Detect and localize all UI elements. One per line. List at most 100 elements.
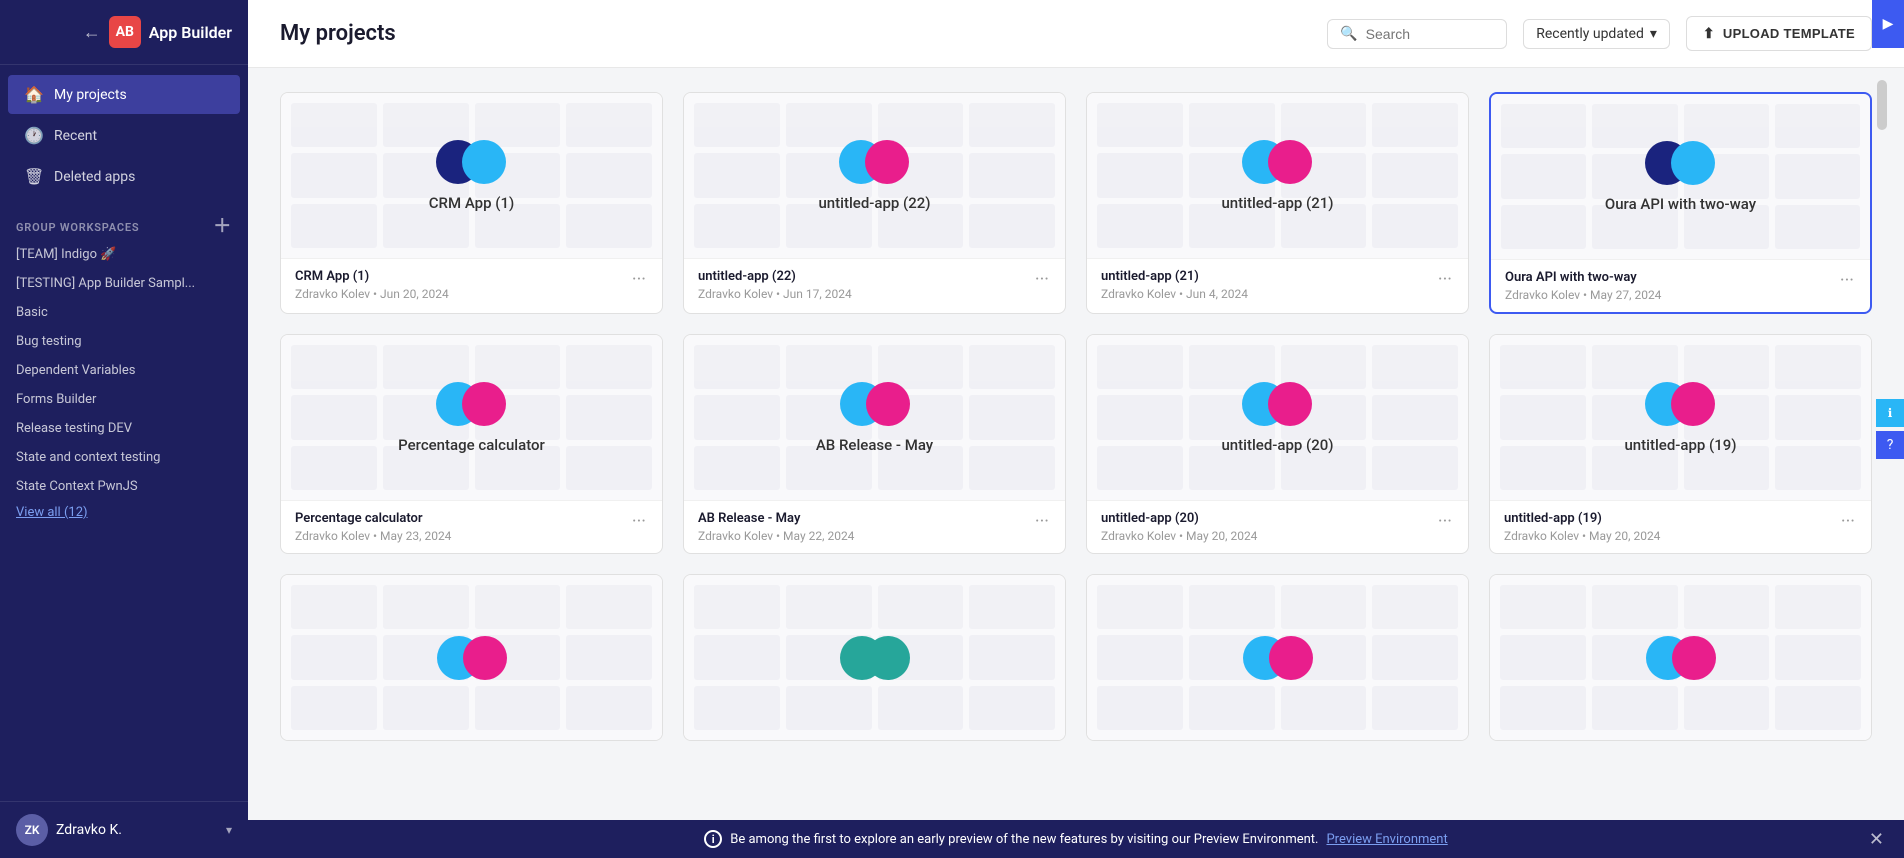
workspace-item-basic[interactable]: Basic bbox=[0, 298, 248, 327]
side-chat-button[interactable]: ? bbox=[1876, 431, 1904, 459]
preview-element bbox=[1500, 686, 1586, 730]
project-card-untitled-app-19[interactable]: untitled-app (19) untitled-app (19) Zdra… bbox=[1489, 334, 1872, 554]
preview-element bbox=[291, 345, 377, 389]
preview-element bbox=[1684, 686, 1770, 730]
upload-template-button[interactable]: ⬆ UPLOAD TEMPLATE bbox=[1686, 16, 1872, 51]
card-menu-button[interactable]: ··· bbox=[630, 269, 648, 291]
card-menu-button[interactable]: ··· bbox=[1839, 511, 1857, 533]
info-icon: i bbox=[704, 830, 722, 848]
card-name: untitled-app (21) bbox=[1101, 269, 1248, 284]
workspace-item-testing[interactable]: [TESTING] App Builder Sampl... bbox=[0, 269, 248, 298]
card-text: Percentage calculator Zdravko Kolev • Ma… bbox=[295, 511, 451, 543]
preview-element bbox=[1775, 345, 1861, 389]
preview-environment-link[interactable]: Preview Environment bbox=[1326, 832, 1447, 847]
preview-element bbox=[1500, 345, 1586, 389]
app-icon-right bbox=[866, 382, 910, 426]
preview-element bbox=[1372, 103, 1458, 147]
card-name: AB Release - May bbox=[698, 511, 854, 526]
card-preview: untitled-app (19) bbox=[1490, 335, 1871, 500]
preview-element bbox=[878, 585, 964, 629]
card-title: untitled-app (22) bbox=[818, 194, 930, 212]
preview-element bbox=[1097, 686, 1183, 730]
side-info-button[interactable]: ℹ bbox=[1876, 399, 1904, 427]
preview-element bbox=[969, 204, 1055, 248]
preview-element bbox=[566, 345, 652, 389]
card-info: untitled-app (20) Zdravko Kolev • May 20… bbox=[1087, 500, 1468, 553]
page-title: My projects bbox=[280, 21, 1311, 46]
card-meta: Zdravko Kolev • May 23, 2024 bbox=[295, 529, 451, 543]
sort-dropdown[interactable]: Recently updated ▾ bbox=[1523, 19, 1670, 49]
preview-element bbox=[291, 153, 377, 197]
project-card-oura-api[interactable]: EDITING Oura API with two-way Oura API w… bbox=[1489, 92, 1872, 314]
preview-element bbox=[291, 395, 377, 439]
preview-element bbox=[291, 686, 377, 730]
card-text: untitled-app (19) Zdravko Kolev • May 20… bbox=[1504, 511, 1660, 543]
card-menu-button[interactable]: ··· bbox=[1033, 269, 1051, 291]
app-icon bbox=[1242, 382, 1312, 426]
sidebar-item-my-projects[interactable]: 🏠 My projects bbox=[8, 75, 240, 114]
card-meta: Zdravko Kolev • Jun 4, 2024 bbox=[1101, 287, 1248, 301]
scrollbar-thumb[interactable] bbox=[1877, 80, 1887, 130]
preview-element bbox=[1684, 585, 1770, 629]
card-menu-button[interactable]: ··· bbox=[1436, 269, 1454, 291]
sidebar-item-deleted-apps[interactable]: 🗑 Deleted apps bbox=[8, 157, 240, 196]
app-icon-right bbox=[1268, 140, 1312, 184]
project-card-untitled-app-21[interactable]: untitled-app (21) untitled-app (21) Zdra… bbox=[1086, 92, 1469, 314]
search-input[interactable] bbox=[1366, 26, 1486, 42]
workspace-item-state-context-pwnjs[interactable]: State Context PwnJS bbox=[0, 472, 248, 501]
workspace-item-team-indigo[interactable]: [TEAM] Indigo 🚀 bbox=[0, 240, 248, 269]
app-logo: AB bbox=[109, 16, 141, 48]
preview-element bbox=[969, 635, 1055, 679]
add-workspace-button[interactable]: ＋ bbox=[213, 218, 232, 236]
card-menu-button[interactable]: ··· bbox=[630, 511, 648, 533]
preview-element bbox=[291, 585, 377, 629]
preview-element bbox=[786, 686, 872, 730]
user-profile[interactable]: ZK Zdravko K. ▾ bbox=[0, 801, 248, 858]
project-card-row3-2[interactable] bbox=[683, 574, 1066, 741]
project-card-untitled-app-20[interactable]: untitled-app (20) untitled-app (20) Zdra… bbox=[1086, 334, 1469, 554]
back-button[interactable]: ← bbox=[83, 22, 101, 43]
preview-element bbox=[1775, 395, 1861, 439]
search-box[interactable]: 🔍 bbox=[1327, 19, 1507, 49]
card-menu-button[interactable]: ··· bbox=[1033, 511, 1051, 533]
preview-element bbox=[969, 103, 1055, 147]
main-header: My projects 🔍 Recently updated ▾ ⬆ UPLOA… bbox=[248, 0, 1904, 68]
card-title: Percentage calculator bbox=[398, 436, 545, 454]
sidebar-item-label: Deleted apps bbox=[54, 169, 135, 185]
app-icon bbox=[1645, 141, 1715, 185]
scrollbar-track bbox=[1876, 80, 1888, 380]
preview-element bbox=[1500, 446, 1586, 490]
workspace-item-forms-builder[interactable]: Forms Builder bbox=[0, 385, 248, 414]
sidebar-item-recent[interactable]: 🕐 Recent bbox=[8, 116, 240, 155]
project-card-untitled-app-22[interactable]: untitled-app (22) untitled-app (22) Zdra… bbox=[683, 92, 1066, 314]
project-card-row3-4[interactable] bbox=[1489, 574, 1872, 741]
card-name: untitled-app (19) bbox=[1504, 511, 1660, 526]
workspace-item-release-testing-dev[interactable]: Release testing DEV bbox=[0, 414, 248, 443]
project-card-crm-app-1[interactable]: CRM App (1) CRM App (1) Zdravko Kolev • … bbox=[280, 92, 663, 314]
card-menu-button[interactable]: ··· bbox=[1436, 511, 1454, 533]
preview-element bbox=[1189, 585, 1275, 629]
user-name: Zdravko K. bbox=[56, 822, 218, 838]
project-card-row3-3[interactable] bbox=[1086, 574, 1469, 741]
card-title: AB Release - May bbox=[816, 436, 933, 454]
app-icon-right bbox=[1672, 636, 1716, 680]
card-title: untitled-app (21) bbox=[1221, 194, 1333, 212]
card-menu-button[interactable]: ··· bbox=[1838, 270, 1856, 292]
play-button[interactable]: ▶ bbox=[1872, 0, 1904, 48]
notification-bar: i Be among the first to explore an early… bbox=[248, 820, 1904, 858]
project-card-ab-release-may[interactable]: AB Release - May AB Release - May Zdravk… bbox=[683, 334, 1066, 554]
preview-element bbox=[1500, 585, 1586, 629]
workspace-item-bug-testing[interactable]: Bug testing bbox=[0, 327, 248, 356]
preview-element bbox=[291, 635, 377, 679]
card-title: untitled-app (19) bbox=[1624, 436, 1736, 454]
close-notification-button[interactable]: ✕ bbox=[1869, 829, 1884, 850]
workspace-item-dependent-variables[interactable]: Dependent Variables bbox=[0, 356, 248, 385]
preview-element bbox=[1500, 395, 1586, 439]
preview-element bbox=[878, 686, 964, 730]
project-card-percentage-calc[interactable]: Percentage calculator Percentage calcula… bbox=[280, 334, 663, 554]
project-card-row3-1[interactable] bbox=[280, 574, 663, 741]
view-all-link[interactable]: View all (12) bbox=[0, 501, 248, 528]
preview-element bbox=[1097, 635, 1183, 679]
workspace-item-state-context-testing[interactable]: State and context testing bbox=[0, 443, 248, 472]
trash-icon: 🗑 bbox=[24, 167, 44, 186]
